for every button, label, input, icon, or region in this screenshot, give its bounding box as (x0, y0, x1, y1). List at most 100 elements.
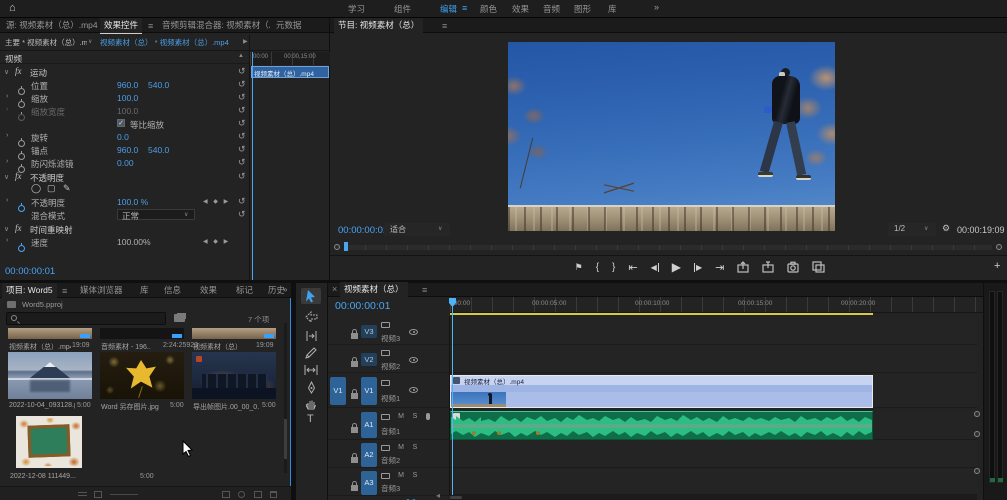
source-patch-v1[interactable]: V1 (330, 377, 346, 405)
tab-timeline-sequence[interactable]: 视频素材（总） (340, 282, 408, 297)
scrubber-right-handle[interactable] (996, 244, 1002, 250)
go-to-in-button[interactable]: ⇤ (628, 261, 637, 274)
workspace-tab-assembly[interactable]: 组件 (390, 2, 415, 17)
workspace-tab-audio[interactable]: 音频 (539, 2, 564, 17)
video-section-header[interactable]: 视频 ▲ (0, 52, 249, 64)
reset-rotation-icon[interactable]: ↺ (238, 131, 246, 142)
tab-source-monitor[interactable]: 源: 视频素材（总）.mp4 (2, 18, 98, 33)
h-scroll-handle[interactable] (450, 496, 462, 499)
item-name[interactable]: 2022-12-08 111449... (10, 473, 76, 480)
track-header-a2[interactable]: A2 M S 音频2 (328, 441, 450, 468)
mute-button[interactable]: M (396, 412, 406, 422)
sync-lock-icon[interactable] (381, 414, 390, 420)
search-input[interactable] (6, 312, 166, 325)
clip-nav-icon[interactable]: ▶ (243, 38, 248, 45)
workspace-tab-libraries[interactable]: 库 (604, 2, 621, 17)
tab-effects[interactable]: 效果 (196, 283, 221, 298)
go-to-out-button[interactable]: ⇥ (715, 261, 724, 274)
trash-icon[interactable] (270, 491, 277, 498)
twirl-closed-icon[interactable]: › (6, 237, 8, 244)
blend-mode-row[interactable]: 混合模式 正常 ∨ ↺ (0, 209, 249, 221)
slip-tool[interactable] (304, 364, 318, 376)
track-resize-handle[interactable] (974, 411, 980, 417)
blend-mode-dropdown[interactable]: 正常 ∨ (117, 209, 195, 220)
tab-effect-controls[interactable]: 效果控件 (100, 18, 142, 34)
sync-lock-icon[interactable] (381, 380, 390, 386)
track-name[interactable]: 音频1 (381, 426, 400, 437)
twirl-closed-icon[interactable]: › (6, 132, 8, 139)
ellipse-mask-icon[interactable]: ◯ (31, 183, 41, 194)
position-row[interactable]: 位置 960.0 540.0 ↺ (0, 79, 249, 91)
item-name[interactable]: 导出帧图片.00_00_0... (193, 402, 259, 412)
rotation-value[interactable]: 0.0 (117, 132, 129, 142)
hand-tool[interactable] (305, 398, 317, 410)
lock-icon[interactable] (351, 457, 358, 463)
program-monitor-menu-icon[interactable]: ≡ (442, 21, 447, 31)
reset-opacity-icon[interactable]: ↺ (238, 196, 246, 207)
workspace-tab-color[interactable]: 颜色 (476, 2, 501, 17)
lift-button[interactable] (737, 261, 749, 273)
track-name[interactable]: 音频3 (381, 483, 400, 494)
position-y-value[interactable]: 540.0 (148, 80, 169, 90)
workspace-tab-graphics[interactable]: 图形 (570, 2, 595, 17)
speed-row[interactable]: › 速度 100.00% ◀ ◆ ▶ (0, 236, 249, 248)
play-button[interactable]: ▶ (672, 260, 681, 274)
effect-controls-mini-timeline[interactable]: 00:00 00:00,15:00 视频素材（总）.mp4 (249, 35, 329, 280)
antiflicker-row[interactable]: › 防闪烁滤镜 0.00 ↺ (0, 157, 249, 169)
pen-tool[interactable] (306, 381, 317, 394)
tab-media-browser[interactable]: 媒体浏览器 (76, 283, 127, 298)
project-file-name[interactable]: Word5.pproj (22, 300, 63, 309)
track-name[interactable]: 视频3 (381, 333, 400, 344)
comparison-view-button[interactable] (812, 261, 825, 273)
uniform-scale-row[interactable]: ✓ 等比缩放 ↺ (0, 118, 249, 130)
track-target-v2[interactable]: V2 (361, 353, 377, 366)
solo-button[interactable]: S (410, 443, 420, 453)
project-item-video-total-mp4-thumb[interactable] (8, 328, 92, 339)
project-item-video-total-thumb[interactable] (192, 328, 276, 339)
track-select-tool[interactable] (305, 311, 318, 323)
lock-icon[interactable] (351, 485, 358, 491)
track-header-v2[interactable]: V2 视频2 (328, 346, 450, 373)
speed-value[interactable]: 100.00% (117, 237, 151, 247)
mic-icon[interactable] (426, 413, 430, 420)
track-output-eye-icon[interactable] (409, 357, 418, 363)
mini-timeline-clip[interactable]: 视频素材（总）.mp4 (251, 66, 329, 78)
reset-scale-icon[interactable]: ↺ (238, 92, 246, 103)
new-item-icon[interactable] (254, 491, 262, 498)
track-header-a3[interactable]: A3 M S 音频3 (328, 469, 450, 496)
step-forward-button[interactable]: ▶ (694, 263, 702, 272)
sync-lock-icon[interactable] (381, 473, 390, 479)
timeline-timecode[interactable]: 00:00:00:01 (335, 300, 390, 312)
antiflicker-value[interactable]: 0.00 (117, 158, 134, 168)
track-lane-v3[interactable] (450, 318, 977, 345)
keyframe-nav[interactable]: ◀ ◆ ▶ (203, 238, 230, 245)
program-settings-wrench-icon[interactable]: ⚙ (942, 223, 950, 234)
rotation-row[interactable]: › 旋转 0.0 ↺ (0, 131, 249, 143)
opacity-group-row[interactable]: ∨ fx 不透明度 ↺ (0, 171, 249, 183)
reset-uniform-icon[interactable]: ↺ (238, 118, 246, 129)
project-item-audio-thumb[interactable] (100, 328, 184, 339)
workspace-menu-icon[interactable]: ≡ (462, 3, 467, 13)
master-clip-chevron-icon[interactable]: ∨ (88, 38, 92, 45)
lock-icon[interactable] (351, 333, 358, 339)
reset-motion-icon[interactable]: ↺ (238, 66, 246, 77)
solo-button[interactable]: S (410, 471, 420, 481)
scrubber-playhead[interactable] (344, 242, 348, 251)
program-scrubber[interactable] (334, 242, 1003, 252)
anchor-row[interactable]: 锚点 960.0 540.0 ↺ (0, 144, 249, 156)
icon-view-icon[interactable] (94, 491, 102, 498)
keyframe-nav[interactable]: ◀ ◆ ▶ (203, 198, 230, 205)
twirl-open-icon[interactable]: ∨ (4, 225, 9, 233)
zoom-slider[interactable] (110, 494, 138, 495)
video-clip-v1[interactable]: 视频素材（总）.mp4 (450, 375, 873, 408)
scrubber-left-handle[interactable] (334, 244, 340, 250)
reset-anchor-icon[interactable]: ↺ (238, 144, 246, 155)
new-bin-icon[interactable] (174, 314, 185, 322)
lock-icon[interactable] (351, 361, 358, 367)
track-target-v1[interactable]: V1 (361, 377, 377, 405)
tab-markers[interactable]: 标记 (232, 283, 257, 298)
track-lane-a3[interactable] (450, 469, 977, 495)
rect-mask-icon[interactable]: ▢ (47, 183, 56, 194)
selection-tool[interactable] (301, 288, 321, 304)
reset-blend-icon[interactable]: ↺ (238, 209, 246, 220)
